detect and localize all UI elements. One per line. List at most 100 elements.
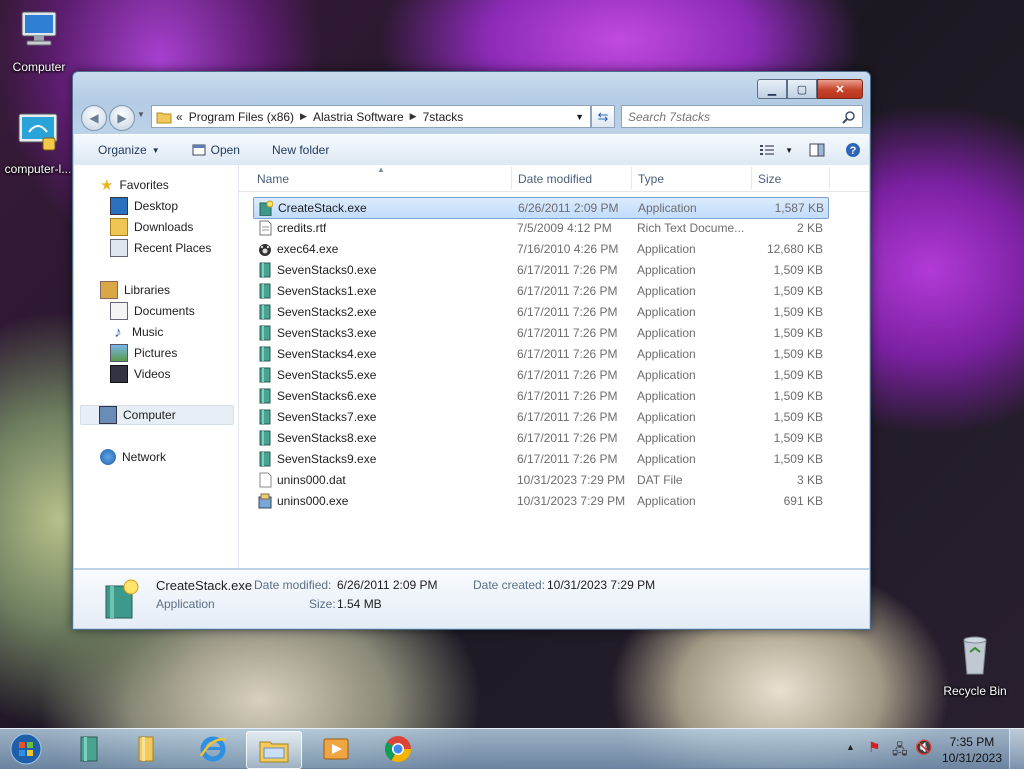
nav-label: Libraries: [124, 283, 171, 297]
sevenstacks-app-icon: [259, 409, 271, 425]
taskbar-media-player[interactable]: [309, 731, 363, 767]
file-date-modified: 6/17/2011 7:26 PM: [517, 410, 618, 424]
file-row[interactable]: SevenStacks5.exe 6/17/2011 7:26 PM Applica…: [253, 365, 827, 385]
refresh-button[interactable]: ⇆: [591, 105, 615, 128]
nav-downloads[interactable]: Downloads: [110, 217, 193, 237]
file-name: SevenStacks8.exe: [277, 431, 377, 445]
minimize-button[interactable]: ▁: [757, 79, 787, 99]
column-header-size[interactable]: Size: [758, 172, 781, 186]
action-center-flag-icon[interactable]: ⚑: [868, 739, 881, 756]
nav-documents[interactable]: Documents: [110, 301, 195, 321]
computer-icon: [21, 11, 57, 46]
taskbar-windows-explorer[interactable]: [246, 731, 302, 769]
column-header-name[interactable]: Name: [257, 172, 289, 186]
start-button[interactable]: [0, 731, 52, 767]
desktop-icon-computer[interactable]: Computer: [1, 8, 77, 74]
organize-button[interactable]: Organize ▼: [74, 143, 170, 157]
show-desktop-button[interactable]: [1009, 729, 1024, 769]
file-type: Application: [638, 201, 697, 215]
network-status-icon[interactable]: 🖧: [892, 739, 908, 763]
file-row[interactable]: SevenStacks1.exe 6/17/2011 7:26 PM Applica…: [253, 281, 827, 301]
forward-button[interactable]: ▶: [109, 105, 135, 131]
maximize-button[interactable]: ▢: [787, 79, 817, 99]
file-row[interactable]: unins000.exe 10/31/2023 7:29 PM Applicatio…: [253, 491, 827, 511]
music-icon: ♪: [114, 323, 122, 341]
breadcrumb-separator-icon[interactable]: ▶: [300, 111, 307, 122]
file-name: CreateStack.exe: [278, 201, 367, 215]
file-size: 1,509 KB: [773, 389, 823, 403]
nav-music[interactable]: ♪ Music: [110, 322, 163, 342]
help-icon[interactable]: ?: [845, 142, 861, 158]
column-divider[interactable]: [829, 167, 830, 189]
file-row[interactable]: SevenStacks4.exe 6/17/2011 7:26 PM Applica…: [253, 344, 827, 364]
nav-network[interactable]: Network: [100, 447, 166, 467]
chrome-icon: [384, 736, 412, 763]
address-prefix[interactable]: «: [176, 110, 183, 124]
file-row[interactable]: SevenStacks6.exe 6/17/2011 7:26 PM Applica…: [253, 386, 827, 406]
chevron-down-icon: ▼: [785, 145, 793, 155]
column-divider[interactable]: [751, 167, 752, 189]
folder-stack-icon: [138, 736, 154, 762]
close-button[interactable]: ✕: [817, 79, 863, 99]
downloads-folder-icon: [110, 218, 128, 236]
file-type: Application: [637, 431, 696, 445]
taskbar-chrome[interactable]: [371, 731, 425, 767]
nav-libraries[interactable]: Libraries: [100, 280, 170, 300]
search-icon[interactable]: [842, 110, 856, 124]
back-button[interactable]: ◀: [81, 105, 107, 131]
nav-label: Recent Places: [134, 241, 212, 255]
file-row[interactable]: CreateStack.exe 6/26/2011 2:09 PM Applicat…: [253, 197, 829, 219]
file-name: unins000.dat: [277, 473, 346, 487]
show-hidden-icons-button[interactable]: ▲: [846, 742, 855, 752]
nav-recent-places[interactable]: Recent Places: [110, 238, 211, 258]
column-header-type[interactable]: Type: [638, 172, 664, 186]
breadcrumb-separator-icon[interactable]: ▶: [410, 111, 417, 122]
taskbar-sevenstacks[interactable]: [63, 731, 117, 767]
desktop-icon-network-drive[interactable]: computer-l...: [0, 110, 76, 176]
breadcrumb-alastria-software[interactable]: Alastria Software: [313, 110, 404, 124]
file-row[interactable]: SevenStacks8.exe 6/17/2011 7:26 PM Applica…: [253, 428, 827, 448]
desktop-icon-recycle-bin[interactable]: Recycle Bin: [937, 632, 1013, 698]
documents-icon: [110, 302, 128, 320]
address-dropdown-icon[interactable]: ▼: [575, 112, 584, 122]
caption-buttons: ▁ ▢ ✕: [757, 79, 863, 99]
address-bar[interactable]: « Program Files (x86) ▶ Alastria Softwar…: [151, 105, 591, 128]
new-folder-button[interactable]: New folder: [262, 143, 339, 157]
nav-computer[interactable]: Computer: [80, 405, 234, 425]
search-input[interactable]: [622, 108, 842, 125]
file-row[interactable]: SevenStacks9.exe 6/17/2011 7:26 PM Applica…: [253, 449, 827, 469]
breadcrumb-7stacks[interactable]: 7stacks: [423, 110, 464, 124]
breadcrumb-program-files[interactable]: Program Files (x86): [189, 110, 294, 124]
system-clock[interactable]: 7:35 PM 10/31/2023: [942, 734, 1002, 766]
minimize-icon: ▁: [767, 83, 777, 96]
column-divider[interactable]: [631, 167, 632, 189]
search-box[interactable]: [621, 105, 863, 128]
nav-videos[interactable]: Videos: [110, 364, 170, 384]
column-header-date-modified[interactable]: Date modified: [518, 172, 592, 186]
file-row[interactable]: credits.rtf 7/5/2009 4:12 PM Rich Text Doc…: [253, 218, 827, 238]
nav-desktop[interactable]: Desktop: [110, 196, 178, 216]
taskbar-internet-explorer[interactable]: [186, 731, 240, 767]
explorer-window[interactable]: ▁ ▢ ✕ ◀ ▶ ▼ « Program Files (x86) ▶ Alas…: [72, 71, 871, 630]
file-row[interactable]: exec64.exe 7/16/2010 4:26 PM Application 12…: [253, 239, 827, 259]
taskbar-folder-stack[interactable]: [119, 731, 173, 767]
sevenstacks-app-icon: [259, 325, 271, 341]
file-row[interactable]: unins000.dat 10/31/2023 7:29 PM DAT File 3 …: [253, 470, 827, 490]
recent-pages-dropdown-icon[interactable]: ▼: [137, 110, 145, 119]
refresh-icon: ⇆: [597, 108, 609, 124]
volume-muted-icon[interactable]: 🔇: [915, 739, 932, 756]
preview-pane-icon[interactable]: [809, 143, 825, 157]
file-row[interactable]: SevenStacks3.exe 6/17/2011 7:26 PM Applica…: [253, 323, 827, 343]
file-row[interactable]: SevenStacks0.exe 6/17/2011 7:26 PM Applica…: [253, 260, 827, 280]
star-icon: ★: [100, 177, 114, 194]
file-row[interactable]: SevenStacks7.exe 6/17/2011 7:26 PM Applica…: [253, 407, 827, 427]
nav-favorites[interactable]: ★ Favorites: [100, 175, 169, 195]
file-name: SevenStacks3.exe: [277, 326, 377, 340]
nav-pictures[interactable]: Pictures: [110, 343, 177, 363]
file-name: SevenStacks0.exe: [277, 263, 377, 277]
open-button[interactable]: Open: [182, 143, 250, 157]
file-row[interactable]: SevenStacks2.exe 6/17/2011 7:26 PM Applica…: [253, 302, 827, 322]
change-view-button[interactable]: ▼: [759, 144, 803, 156]
column-divider[interactable]: [511, 167, 512, 189]
open-window-icon: [192, 144, 206, 156]
